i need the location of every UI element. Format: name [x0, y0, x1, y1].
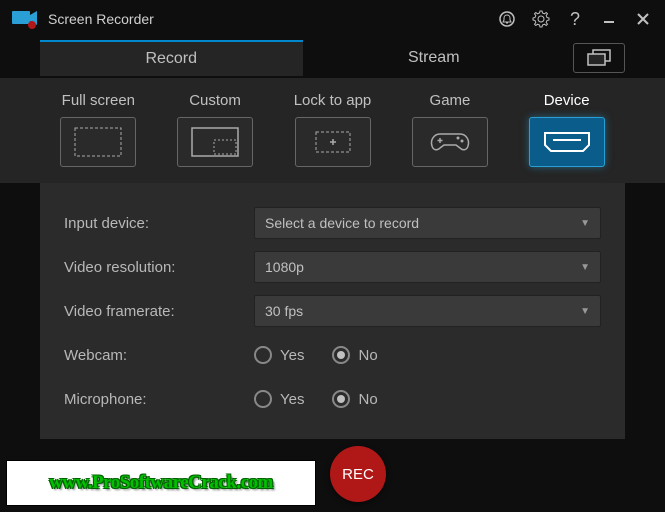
webcam-label: Webcam:: [64, 347, 254, 364]
mode-fullscreen[interactable]: Full screen: [60, 92, 136, 167]
minimize-button[interactable]: [599, 9, 619, 29]
radio-label: Yes: [280, 347, 304, 364]
help-icon[interactable]: ?: [565, 9, 585, 29]
tab-record[interactable]: Record: [40, 40, 303, 76]
custom-region-icon: [177, 117, 253, 167]
watermark-text: www.ProSoftwareCrack.com: [49, 472, 273, 494]
settings-gear-icon[interactable]: [531, 9, 551, 29]
radio-label: No: [358, 391, 377, 408]
webcam-yes-radio[interactable]: Yes: [254, 346, 304, 364]
multi-window-button[interactable]: [573, 43, 625, 73]
radio-icon: [254, 390, 272, 408]
radio-label: Yes: [280, 391, 304, 408]
mode-label: Custom: [189, 92, 241, 109]
mode-label: Full screen: [62, 92, 135, 109]
app-logo-icon: [12, 9, 38, 29]
microphone-label: Microphone:: [64, 391, 254, 408]
gamepad-icon: [412, 117, 488, 167]
radio-icon: [332, 346, 350, 364]
mode-label: Game: [430, 92, 471, 109]
notifications-icon[interactable]: [497, 9, 517, 29]
main-tabs: Record Stream: [0, 38, 665, 78]
framerate-select[interactable]: 30 fps: [254, 295, 601, 327]
resolution-label: Video resolution:: [64, 259, 254, 276]
webcam-no-radio[interactable]: No: [332, 346, 377, 364]
radio-icon: [332, 390, 350, 408]
watermark-banner: www.ProSoftwareCrack.com: [6, 460, 316, 506]
record-button[interactable]: REC: [330, 446, 386, 502]
mode-label: Lock to app: [294, 92, 372, 109]
bottom-bar: www.ProSoftwareCrack.com REC: [0, 440, 665, 512]
capture-modes: Full screen Custom Lock to app Game Devi…: [0, 78, 665, 183]
resolution-select[interactable]: 1080p: [254, 251, 601, 283]
lock-to-app-icon: [295, 117, 371, 167]
tab-stream[interactable]: Stream: [303, 41, 566, 75]
mode-label: Device: [544, 92, 590, 109]
input-device-select[interactable]: Select a device to record: [254, 207, 601, 239]
radio-icon: [254, 346, 272, 364]
titlebar: Screen Recorder ?: [0, 0, 665, 38]
framerate-label: Video framerate:: [64, 303, 254, 320]
input-device-label: Input device:: [64, 215, 254, 232]
close-button[interactable]: [633, 9, 653, 29]
device-hdmi-icon: [529, 117, 605, 167]
microphone-no-radio[interactable]: No: [332, 390, 377, 408]
microphone-yes-radio[interactable]: Yes: [254, 390, 304, 408]
mode-locktoapp[interactable]: Lock to app: [294, 92, 372, 167]
mode-game[interactable]: Game: [412, 92, 488, 167]
settings-panel: Input device: Select a device to record …: [40, 183, 625, 439]
mode-device[interactable]: Device: [529, 92, 605, 167]
radio-label: No: [358, 347, 377, 364]
fullscreen-icon: [60, 117, 136, 167]
app-title: Screen Recorder: [48, 11, 497, 27]
mode-custom[interactable]: Custom: [177, 92, 253, 167]
